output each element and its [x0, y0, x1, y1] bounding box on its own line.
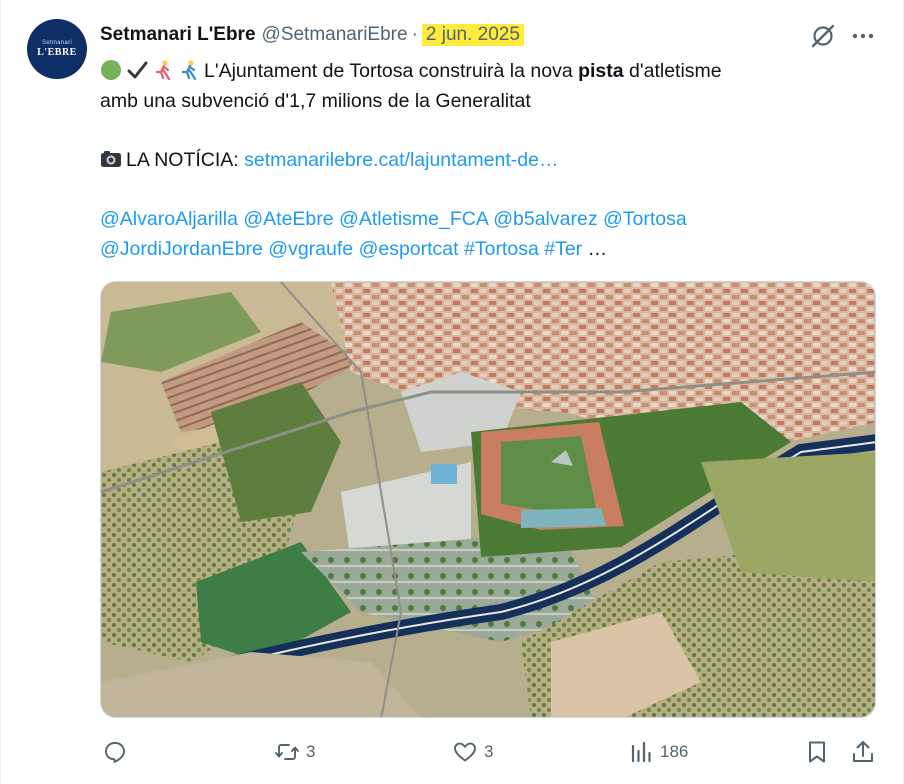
- tweet-image[interactable]: [100, 281, 876, 718]
- hashtag-link[interactable]: #Tortosa: [464, 238, 539, 260]
- show-more-ellipsis[interactable]: …: [588, 238, 608, 260]
- like-button[interactable]: 3: [452, 735, 493, 769]
- reply-icon: [105, 742, 125, 763]
- avatar[interactable]: Setmanari L'EBRE: [27, 19, 87, 79]
- mention-link[interactable]: @JordiJordanEbre: [100, 238, 263, 260]
- more-icon[interactable]: [849, 22, 877, 50]
- grok-icon[interactable]: [809, 22, 837, 50]
- mention-link[interactable]: @Tortosa: [603, 208, 687, 230]
- news-link[interactable]: setmanarilebre.cat/lajuntament-de…: [244, 149, 558, 171]
- mention-link[interactable]: @Atletisme_FCA: [339, 208, 488, 230]
- author-handle[interactable]: @SetmanariEbre: [262, 24, 408, 46]
- bookmark-button[interactable]: [804, 735, 830, 769]
- tweet-card[interactable]: Setmanari L'EBRE Setmanari L'Ebre @Setma…: [0, 0, 904, 784]
- mention-link[interactable]: @vgraufe: [268, 238, 353, 260]
- views-icon: [631, 741, 651, 763]
- tweet-header: Setmanari L'Ebre @SetmanariEbre · 2 jun.…: [100, 22, 524, 48]
- retweet-count: 3: [306, 742, 316, 761]
- runner-emoji-icon: [181, 60, 197, 81]
- views-button[interactable]: 186: [628, 735, 688, 769]
- green-circle-emoji-icon: [101, 60, 121, 80]
- mention-link[interactable]: @AteEbre: [243, 208, 333, 230]
- like-icon: [454, 742, 476, 762]
- separator-dot: ·: [411, 24, 418, 45]
- tweet-text-line1: L'Ajuntament de Tortosa construirà la no…: [204, 60, 579, 82]
- tweet-line-2: amb una subvenció d'1,7 milions de la Ge…: [100, 90, 531, 112]
- mention-link[interactable]: @esportcat: [359, 238, 459, 260]
- share-icon: [853, 741, 873, 762]
- tweet-text-line1-rest: d'atletisme: [623, 60, 722, 82]
- tweet-date[interactable]: 2 jun. 2025: [421, 24, 524, 46]
- left-border: [0, 0, 1, 784]
- mentions-line-1: @AlvaroAljarilla @AteEbre @Atletisme_FCA…: [100, 204, 870, 234]
- tweet-text: L'Ajuntament de Tortosa construirà la no…: [100, 56, 870, 264]
- avatar-small-text: Setmanari: [41, 39, 73, 46]
- aerial-image: [101, 282, 875, 717]
- hashtag-link[interactable]: #Ter: [544, 238, 582, 260]
- runner-emoji-icon: [155, 60, 171, 81]
- tweet-line-1: L'Ajuntament de Tortosa construirà la no…: [100, 56, 870, 86]
- camera-emoji-icon: [101, 151, 121, 167]
- like-count: 3: [484, 742, 494, 761]
- author-name[interactable]: Setmanari L'Ebre: [100, 24, 256, 46]
- retweet-icon: [275, 744, 299, 760]
- views-count: 186: [660, 742, 689, 761]
- reply-button[interactable]: [102, 735, 134, 769]
- mention-link[interactable]: @b5alvarez: [493, 208, 597, 230]
- retweet-button[interactable]: 3: [274, 735, 315, 769]
- share-button[interactable]: [850, 735, 876, 769]
- action-bar: 3 3 186: [100, 735, 880, 769]
- tweet-text-bold: pista: [578, 60, 624, 82]
- bookmark-icon: [809, 741, 825, 763]
- news-line: LA NOTÍCIA: setmanarilebre.cat/lajuntame…: [100, 145, 870, 175]
- mention-link[interactable]: @AlvaroAljarilla: [100, 208, 238, 230]
- news-label: LA NOTÍCIA:: [126, 149, 245, 171]
- avatar-logo-text: L'EBRE: [37, 46, 77, 58]
- mentions-line-2: @JordiJordanEbre @vgraufe @esportcat #To…: [100, 234, 870, 264]
- check-mark-emoji-icon: [127, 61, 148, 79]
